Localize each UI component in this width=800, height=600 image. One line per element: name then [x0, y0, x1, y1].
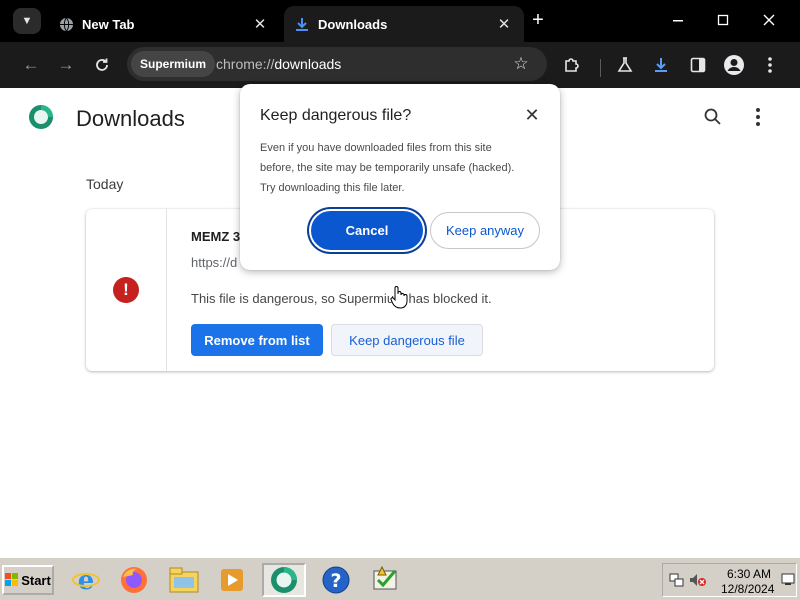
side-panel-icon — [690, 57, 706, 73]
date-section-label: Today — [86, 176, 124, 192]
volume-muted-icon[interactable] — [689, 572, 707, 588]
url-text[interactable]: chrome://downloads — [216, 56, 341, 72]
supermium-icon — [271, 567, 297, 593]
media-player-icon — [221, 569, 243, 591]
dialog-cancel-button[interactable]: Cancel — [311, 211, 423, 250]
download-icon — [294, 16, 310, 32]
globe-icon — [58, 16, 74, 32]
address-bar[interactable]: Supermium chrome://downloads ☆ — [127, 47, 547, 81]
browser-menu-button[interactable] — [758, 53, 782, 77]
taskbar-app-internet-explorer[interactable]: e — [64, 563, 108, 597]
flask-icon — [617, 57, 633, 72]
avatar-icon — [724, 55, 744, 75]
remove-from-list-button[interactable]: Remove from list — [191, 324, 323, 356]
dialog-body-line: Try downloading this file later. — [260, 182, 405, 194]
search-icon — [704, 108, 721, 125]
reload-button[interactable] — [89, 52, 115, 78]
taskbar-app-explorer[interactable] — [162, 563, 206, 597]
bookmark-star-icon[interactable]: ☆ — [511, 54, 531, 74]
browser-toolbar: ← → Supermium chrome://downloads ☆ — [0, 42, 800, 88]
file-name[interactable]: MEMZ 3 — [191, 229, 240, 244]
side-panel-button[interactable] — [686, 53, 710, 77]
dialog-keep-anyway-button[interactable]: Keep anyway — [430, 212, 540, 249]
show-desktop-icon[interactable] — [781, 572, 795, 586]
more-options-button[interactable] — [748, 106, 768, 128]
internet-explorer-icon: e — [72, 566, 100, 595]
forward-button[interactable]: → — [53, 52, 79, 78]
tab-title: Downloads — [318, 16, 388, 32]
more-vertical-icon — [768, 57, 772, 73]
download-icon — [655, 58, 667, 72]
dialog-body-line: Even if you have downloaded files from t… — [260, 142, 492, 154]
taskbar-app-firefox[interactable] — [112, 563, 156, 597]
taskbar-app-task[interactable] — [364, 563, 408, 597]
system-tray: 6:30 AM 12/8/2024 — [662, 563, 797, 597]
downloads-button[interactable] — [649, 53, 673, 77]
minimize-button[interactable] — [664, 8, 692, 32]
labs-button[interactable] — [613, 53, 637, 77]
toolbar-separator — [600, 59, 601, 77]
dot — [756, 115, 760, 119]
supermium-logo-icon — [29, 105, 53, 129]
start-button[interactable]: Start — [2, 565, 54, 595]
close-icon[interactable]: ✕ — [250, 14, 270, 34]
url-host: downloads — [274, 56, 342, 72]
profile-button[interactable] — [722, 53, 746, 77]
arrow-right-icon: → — [57, 55, 75, 74]
dialog-body-line: before, the site may be temporarily unsa… — [260, 162, 515, 174]
chevron-down-icon: ▼ — [21, 15, 33, 27]
taskbar-app-media-player[interactable] — [210, 563, 254, 597]
window-close-button[interactable] — [755, 8, 783, 32]
danger-message: This file is dangerous, so Supermium has… — [191, 291, 492, 306]
file-url[interactable]: https://d — [191, 255, 237, 270]
tab-downloads[interactable]: Downloads ✕ — [284, 6, 524, 42]
puzzle-icon — [565, 58, 579, 72]
reload-icon — [96, 58, 108, 71]
dot — [756, 122, 760, 126]
taskbar-app-supermium[interactable] — [262, 563, 306, 597]
windows-taskbar: Start e ? 6:30 AM 12/8/2024 — [0, 556, 800, 600]
url-scheme: chrome:// — [216, 56, 275, 72]
dot — [756, 108, 760, 112]
firefox-icon — [121, 567, 147, 593]
tab-title: New Tab — [82, 16, 135, 32]
svg-text:e: e — [78, 566, 95, 595]
dialog-body: Even if you have downloaded files from t… — [260, 138, 545, 198]
tab-strip: ▼ New Tab ✕ Downloads ✕ + — [0, 0, 800, 42]
card-divider — [166, 209, 167, 371]
explorer-icon — [169, 567, 199, 593]
close-icon — [763, 14, 775, 26]
windows-logo-icon — [5, 573, 19, 586]
extensions-button[interactable] — [560, 53, 584, 77]
maximize-icon — [717, 14, 729, 26]
tab-new-tab[interactable]: New Tab ✕ — [48, 6, 280, 42]
maximize-button[interactable] — [709, 8, 737, 32]
clock-time[interactable]: 6:30 AM — [727, 567, 771, 581]
keep-dangerous-file-button[interactable]: Keep dangerous file — [331, 324, 483, 356]
close-icon[interactable]: ✕ — [494, 14, 514, 34]
dialog-title: Keep dangerous file? — [260, 107, 412, 124]
minimize-icon — [673, 20, 683, 22]
network-icon[interactable] — [669, 572, 685, 588]
task-icon — [373, 565, 397, 590]
keep-dangerous-file-dialog: Keep dangerous file? ✕ Even if you have … — [240, 84, 560, 270]
start-label: Start — [21, 572, 51, 588]
taskbar-app-help[interactable]: ? — [314, 563, 358, 597]
site-chip[interactable]: Supermium — [131, 51, 216, 77]
search-button[interactable] — [702, 106, 724, 128]
danger-icon: ! — [113, 277, 139, 303]
help-icon: ? — [322, 566, 350, 594]
svg-text:?: ? — [330, 570, 341, 592]
clock-date[interactable]: 12/8/2024 — [721, 582, 774, 596]
page-title: Downloads — [76, 106, 185, 131]
arrow-left-icon: ← — [22, 55, 40, 74]
dialog-close-icon[interactable]: ✕ — [523, 106, 541, 124]
tab-search-button[interactable]: ▼ — [13, 8, 41, 34]
new-tab-button[interactable]: + — [527, 10, 549, 32]
back-button[interactable]: ← — [18, 52, 44, 78]
hand-cursor-icon — [390, 286, 408, 309]
